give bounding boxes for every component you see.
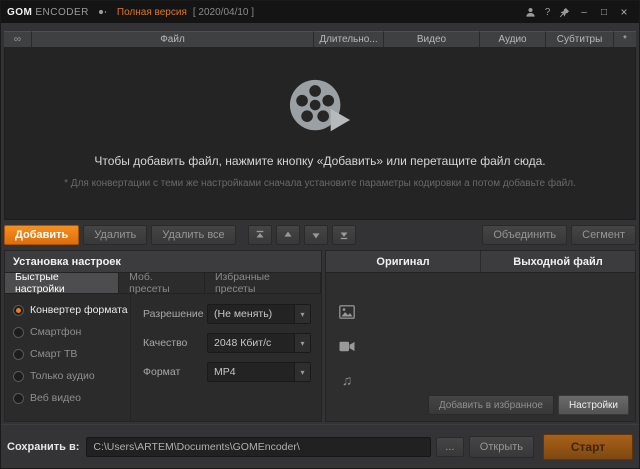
resolution-value: (Не менять) (208, 308, 294, 320)
close-button[interactable]: × (615, 5, 633, 19)
radio-audio-only[interactable]: Только аудио (13, 365, 130, 387)
radio-icon (13, 371, 24, 382)
column-header-video[interactable]: Видео (384, 31, 480, 47)
format-value: MP4 (208, 366, 294, 378)
column-header-duration[interactable]: Длительно... (314, 31, 384, 47)
save-path-input[interactable] (86, 437, 430, 457)
chevron-down-icon[interactable]: ▾ (294, 305, 310, 323)
radio-icon (13, 327, 24, 338)
preview-buttons: Добавить в избранное Настройки (428, 395, 629, 415)
tab-mobile-presets[interactable]: Моб. пресеты (119, 273, 205, 293)
titlebar: GOM ENCODER Полная версия [ 2020/04/10 ]… (1, 1, 639, 23)
radio-label: Смарт ТВ (30, 348, 77, 360)
gear-icon[interactable] (95, 6, 107, 18)
browse-button[interactable]: ... (436, 437, 464, 457)
music-note-icon: ♫ (338, 371, 356, 389)
film-reel-icon (288, 77, 352, 138)
chevron-down-icon[interactable]: ▾ (294, 363, 310, 381)
remove-button[interactable]: Удалить (83, 225, 147, 245)
radio-label: Конвертер формата (30, 304, 128, 316)
select-all-column-header[interactable]: ∞ (4, 31, 32, 47)
lower-panels: Установка настроек Быстрые настройки Моб… (4, 250, 636, 422)
pin-icon[interactable] (556, 7, 573, 18)
column-header-subtitles[interactable]: Субтитры (546, 31, 614, 47)
add-button[interactable]: Добавить (4, 225, 79, 245)
file-drop-zone[interactable]: Чтобы добавить файл, нажмите кнопку «Доб… (4, 47, 636, 220)
radio-web-video[interactable]: Веб видео (13, 387, 130, 409)
radio-icon (13, 349, 24, 360)
options-button[interactable]: Настройки (558, 395, 629, 415)
segment-button[interactable]: Сегмент (571, 225, 636, 245)
resolution-select[interactable]: (Не менять) ▾ (207, 304, 311, 324)
gom-encoder-window: GOM ENCODER Полная версия [ 2020/04/10 ]… (0, 0, 640, 469)
radio-smart-tv[interactable]: Смарт ТВ (13, 343, 130, 365)
bottom-bar: Сохранить в: ... Открыть Старт (1, 424, 639, 468)
output-column-header: Выходной файл (481, 251, 635, 272)
start-button[interactable]: Старт (543, 434, 633, 460)
settings-panel-title: Установка настроек (5, 251, 321, 273)
file-list-header: ∞ Файл Длительно... Видео Аудио Субтитры… (4, 31, 636, 47)
radio-label: Веб видео (30, 392, 81, 404)
chevron-down-icon[interactable]: ▾ (294, 334, 310, 352)
encode-fields: Разрешение (Не менять) ▾ Качество 2048 К… (131, 294, 321, 421)
move-bottom-icon (339, 230, 349, 240)
move-up-button[interactable] (276, 225, 300, 245)
settings-tabs: Быстрые настройки Моб. пресеты Избранные… (5, 273, 321, 294)
arrow-down-icon (311, 230, 321, 240)
save-to-label: Сохранить в: (7, 441, 79, 453)
move-down-button[interactable] (304, 225, 328, 245)
radio-label: Только аудио (30, 370, 95, 382)
format-label: Формат (143, 366, 207, 378)
format-select[interactable]: MP4 ▾ (207, 362, 311, 382)
radio-icon (13, 305, 24, 316)
open-folder-button[interactable]: Открыть (469, 436, 534, 458)
link-icon: ∞ (14, 34, 21, 45)
move-top-button[interactable] (248, 225, 272, 245)
resolution-label: Разрешение (143, 308, 207, 320)
format-field: Формат MP4 ▾ (143, 362, 311, 382)
preview-header: Оригинал Выходной файл (326, 251, 635, 273)
dropzone-main-text: Чтобы добавить файл, нажмите кнопку «Доб… (94, 154, 545, 168)
main-area: ∞ Файл Длительно... Видео Аудио Субтитры… (1, 23, 639, 424)
resolution-field: Разрешение (Не менять) ▾ (143, 304, 311, 324)
tab-quick-settings[interactable]: Быстрые настройки (5, 273, 119, 293)
column-header-star[interactable]: * (614, 31, 636, 47)
quality-select[interactable]: 2048 Кбит/с ▾ (207, 333, 311, 353)
quality-field: Качество 2048 Кбит/с ▾ (143, 333, 311, 353)
account-icon[interactable] (522, 7, 539, 18)
radio-label: Смартфон (30, 326, 81, 338)
radio-icon (13, 393, 24, 404)
help-icon[interactable]: ? (539, 7, 556, 18)
move-bottom-button[interactable] (332, 225, 356, 245)
video-camera-icon (338, 337, 356, 355)
maximize-button[interactable]: □ (595, 7, 613, 18)
app-logo-encoder: ENCODER (35, 7, 89, 18)
preview-panel: Оригинал Выходной файл ♫ Добавить в избр… (325, 250, 636, 422)
merge-button[interactable]: Объединить (482, 225, 567, 245)
column-header-audio[interactable]: Аудио (480, 31, 546, 47)
build-date-label: [ 2020/04/10 ] (193, 7, 254, 18)
dropzone-hint-text: * Для конвертации с теми же настройками … (64, 178, 576, 189)
image-icon (338, 303, 356, 321)
conversion-mode-list: Конвертер формата Смартфон Смарт ТВ (5, 294, 131, 421)
radio-format-converter[interactable]: Конвертер формата (13, 299, 130, 321)
radio-smartphone[interactable]: Смартфон (13, 321, 130, 343)
column-header-file[interactable]: Файл (32, 31, 314, 47)
file-toolbar: Добавить Удалить Удалить все Объединить … (4, 223, 636, 247)
move-top-icon (255, 230, 265, 240)
original-column-header: Оригинал (326, 251, 481, 272)
minimize-button[interactable]: – (575, 7, 593, 18)
version-label: Полная версия (117, 7, 187, 18)
app-logo-gom: GOM (7, 7, 32, 18)
remove-all-button[interactable]: Удалить все (151, 225, 235, 245)
add-to-favorites-button[interactable]: Добавить в избранное (428, 395, 554, 415)
quality-label: Качество (143, 337, 207, 349)
settings-panel: Установка настроек Быстрые настройки Моб… (4, 250, 322, 422)
tab-favorite-presets[interactable]: Избранные пресеты (205, 273, 321, 293)
settings-body: Конвертер формата Смартфон Смарт ТВ (5, 294, 321, 421)
media-info-icons: ♫ (338, 303, 356, 389)
arrow-up-icon (283, 230, 293, 240)
quality-value: 2048 Кбит/с (208, 337, 294, 349)
